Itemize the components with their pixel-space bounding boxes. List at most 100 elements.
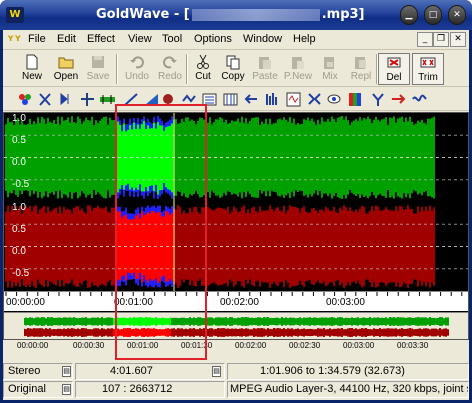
new-button[interactable]: New xyxy=(16,53,48,85)
status-mode: Original ▤ xyxy=(3,381,73,398)
overview-waveform[interactable] xyxy=(24,316,450,338)
title-prefix: GoldWave - [ xyxy=(96,7,190,22)
copy-button[interactable]: Copy xyxy=(217,53,249,85)
trim-label: Trim xyxy=(418,72,438,83)
menu-tool[interactable]: Tool xyxy=(162,33,182,45)
mdi-close-button[interactable]: ✕ xyxy=(450,32,466,47)
new-document-icon xyxy=(26,54,38,70)
selection-highlight-box xyxy=(115,104,207,360)
menu-edit[interactable]: Edit xyxy=(57,33,76,45)
save-button[interactable]: Save xyxy=(82,53,114,85)
mdi-minimize-button[interactable]: _ xyxy=(417,32,433,47)
menu-file[interactable]: File xyxy=(28,33,46,45)
scale-label-bottom-3: 0.0 xyxy=(12,246,26,257)
status-mode-text: Original xyxy=(8,383,46,395)
replace-label: Repl xyxy=(350,71,372,82)
main-toolbar: New Open Save Undo Redo Cut Copy Paste P… xyxy=(3,51,469,87)
redo-arrow-icon xyxy=(163,56,177,69)
back-arrow-icon[interactable] xyxy=(243,91,260,108)
cut-label: Cut xyxy=(195,71,211,82)
delete-icon xyxy=(387,57,401,68)
channel-indicator-icon: ▤ xyxy=(62,366,71,377)
maximize-button[interactable]: □ xyxy=(424,5,442,25)
color-bars-icon[interactable] xyxy=(347,91,364,108)
close-button[interactable]: ✕ xyxy=(448,5,466,25)
new-label: New xyxy=(21,71,42,82)
paste-icon xyxy=(259,57,271,69)
waveform-panel[interactable]: 1.0 0.5 0.0 -0.5 1.0 0.5 0.0 -0.5 00:00:… xyxy=(3,112,469,340)
status-channels: Stereo ▤ xyxy=(3,363,73,380)
minimize-button[interactable]: ▁ xyxy=(400,5,418,25)
mix-label: Mix xyxy=(322,71,338,82)
status-bar: Stereo ▤ 4:01.607 ▤ 1:01.906 to 1:34.579… xyxy=(3,363,469,400)
scale-label-top-2: 0.5 xyxy=(12,135,26,146)
status-selection: 1:01.906 to 1:34.579 (32.673) xyxy=(227,363,469,380)
scale-label-top-4: -0.5 xyxy=(12,179,30,190)
toolbar-separator xyxy=(116,54,118,84)
menu-bar: ʏʏ File Edit Effect View Tool Options Wi… xyxy=(3,30,469,50)
mix-icon xyxy=(324,57,334,69)
mdi-restore-button[interactable]: ❐ xyxy=(433,32,449,47)
status-format-text: MPEG Audio Layer-3, 44100 Hz, 320 kbps, … xyxy=(230,383,469,395)
status-length: 4:01.607 ▤ xyxy=(75,363,225,380)
delete-button[interactable]: Del xyxy=(378,53,410,85)
noise-reduction-icon[interactable] xyxy=(264,91,281,108)
title-bar[interactable]: W GoldWave - [.mp3] ▁ □ ✕ xyxy=(0,0,472,30)
eye-icon[interactable] xyxy=(326,91,343,108)
jump-icon[interactable] xyxy=(390,91,407,108)
document-icon[interactable]: ʏʏ xyxy=(7,33,23,47)
status-length-text: 4:01.607 xyxy=(110,365,153,377)
ov-time-7: 00:03:30 xyxy=(397,341,429,350)
time-warp-icon[interactable] xyxy=(411,91,428,108)
menu-effect[interactable]: Effect xyxy=(87,33,115,45)
blurred-filename xyxy=(191,8,320,21)
scale-label-bottom-2: 0.5 xyxy=(12,224,26,235)
palette-icon[interactable] xyxy=(17,91,34,108)
window-title: GoldWave - [.mp3] xyxy=(96,7,364,22)
menu-view[interactable]: View xyxy=(128,33,152,45)
copy-icon xyxy=(226,55,240,70)
status-channels-text: Stereo xyxy=(8,365,41,377)
ov-time-1: 00:00:30 xyxy=(73,341,105,350)
undo-button[interactable]: Undo xyxy=(121,53,153,85)
reverse-icon[interactable] xyxy=(58,91,75,108)
redo-button[interactable]: Redo xyxy=(154,53,186,85)
paste-label: Paste xyxy=(252,71,278,82)
offset-icon[interactable] xyxy=(99,91,116,108)
replace-button[interactable]: Repl xyxy=(345,53,377,85)
mode-indicator-icon: ▤ xyxy=(62,384,71,395)
merge-icon[interactable] xyxy=(370,91,387,108)
length-indicator-icon: ▤ xyxy=(212,366,221,377)
redo-label: Redo xyxy=(158,71,182,82)
scale-label-top-3: 0.0 xyxy=(12,157,26,168)
menu-options[interactable]: Options xyxy=(194,33,232,45)
overview-panel[interactable] xyxy=(4,312,468,339)
scale-label-bottom-1: 1.0 xyxy=(12,202,26,213)
open-button[interactable]: Open xyxy=(50,53,82,85)
mix-button[interactable]: Mix xyxy=(314,53,346,85)
cut-button[interactable]: Cut xyxy=(187,53,219,85)
paste-button[interactable]: Paste xyxy=(249,53,281,85)
time-label-2: 00:02:00 xyxy=(220,297,259,308)
scale-label-bottom-4: -0.5 xyxy=(12,268,30,279)
ov-time-5: 00:02:30 xyxy=(289,341,321,350)
menu-help[interactable]: Help xyxy=(293,33,316,45)
waveform-canvas[interactable] xyxy=(4,113,468,291)
spectrum-icon[interactable] xyxy=(222,91,239,108)
audio-restoration-icon[interactable] xyxy=(285,91,302,108)
undo-arrow-icon xyxy=(130,56,144,69)
trim-icon xyxy=(420,57,436,68)
compressor-icon[interactable] xyxy=(306,91,323,108)
expand-icon[interactable] xyxy=(79,91,96,108)
time-ruler[interactable]: 00:00:00 00:01:00 00:02:00 00:03:00 xyxy=(4,291,468,311)
menu-window[interactable]: Window xyxy=(243,33,282,45)
time-label-3: 00:03:00 xyxy=(326,297,365,308)
scale-label-top-1: 1.0 xyxy=(12,113,26,124)
goldwave-logo-icon[interactable]: W xyxy=(6,7,24,23)
status-position: 107 : 2663712 xyxy=(75,381,225,398)
trim-button[interactable]: Trim xyxy=(412,53,444,85)
effects-toolbar xyxy=(3,88,469,111)
paste-new-button[interactable]: P.New xyxy=(282,53,314,85)
overview-time-ruler: 00:00:00 00:00:30 00:01:00 00:01:30 00:0… xyxy=(3,341,469,353)
swap-channels-icon[interactable] xyxy=(37,91,54,108)
